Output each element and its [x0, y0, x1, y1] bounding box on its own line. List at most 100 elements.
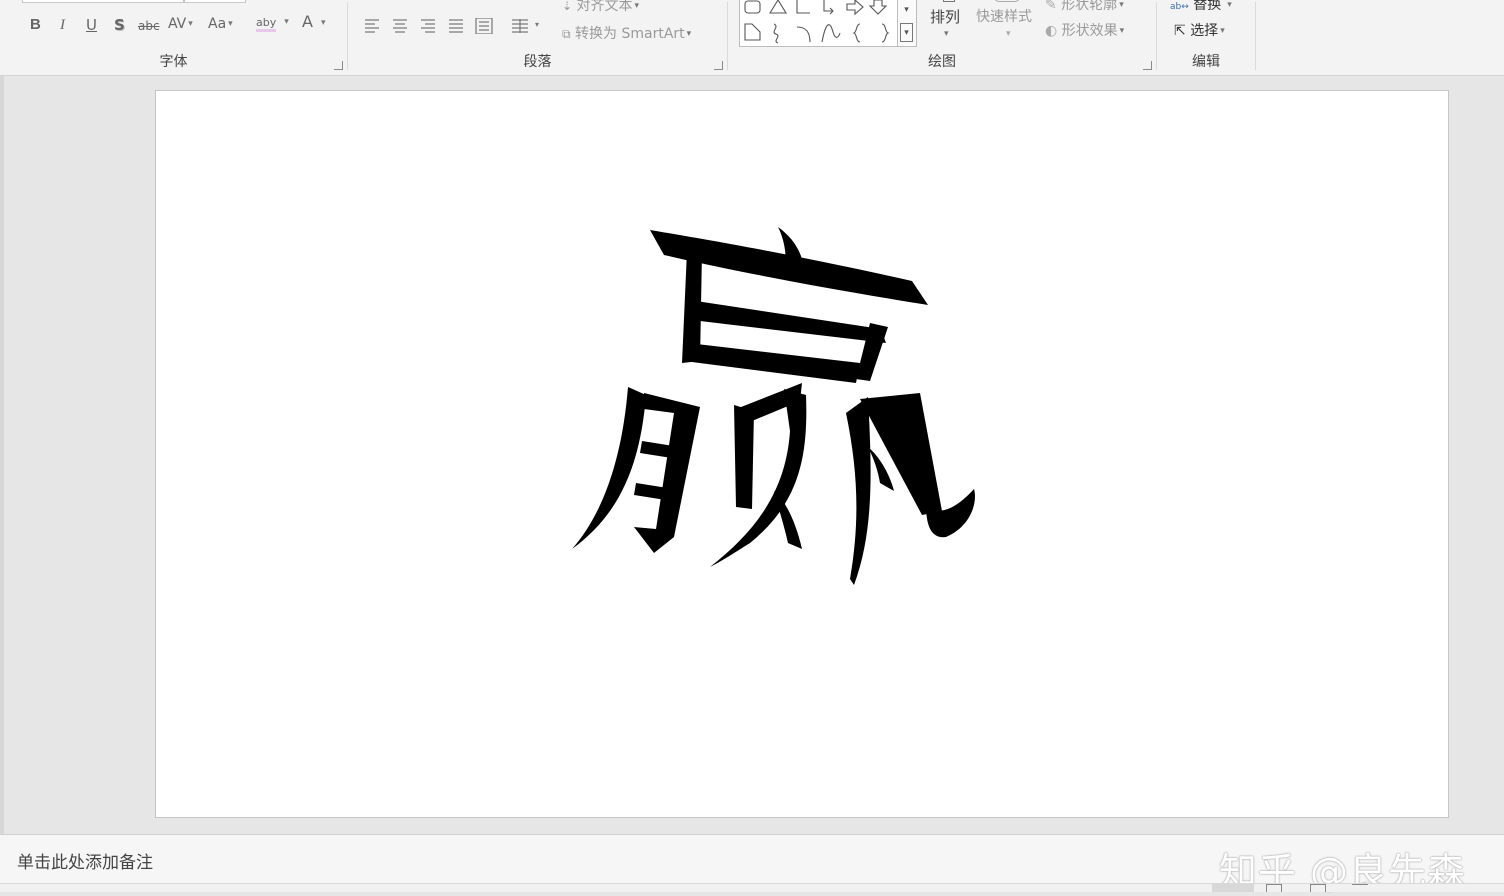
shape-effects-icon: ◐: [1045, 23, 1058, 39]
glyph-strokes: [572, 227, 975, 585]
right-arrow-icon: [846, 0, 864, 16]
chevron-down-icon: ▾: [228, 19, 233, 29]
cursor-arrow-icon: ⇱: [1174, 23, 1186, 39]
glyph-ordinary-left: [846, 397, 871, 585]
font-name-box[interactable]: [22, 0, 184, 3]
notes-pane[interactable]: 单击此处添加备注 知乎 @良先森: [0, 834, 1504, 894]
replace-button[interactable]: ab↔ 替换 ▾: [1170, 0, 1232, 16]
chevron-down-icon: ▾: [634, 1, 640, 11]
font-color-icon: A: [302, 12, 313, 31]
more-shapes-icon[interactable]: ▾: [900, 23, 913, 42]
paragraph-align-icons: ▾: [365, 18, 539, 34]
chevron-down-icon: ▾: [944, 29, 949, 39]
shape-effects-button[interactable]: ◐ 形状效果 ▾: [1045, 22, 1124, 40]
wave-icon: [821, 24, 841, 43]
font-size-box[interactable]: [184, 0, 246, 3]
arrange-icon: [943, 0, 955, 2]
font-color-button[interactable]: A ▾: [302, 13, 325, 32]
arrange-button[interactable]: 排列 ▾: [925, 0, 965, 47]
shapes-gallery-scroll: ▾ ▾: [897, 0, 917, 47]
character-spacing-label: AV: [168, 16, 187, 32]
bent-arrow-icon: [823, 0, 834, 15]
pencil-icon: ✎: [1045, 0, 1057, 13]
convert-to-smartart-button[interactable]: ⧉ 转换为 SmartArt ▾: [562, 25, 691, 43]
align-text-icon: ⇣: [562, 0, 573, 13]
chevron-down-icon: ▾: [686, 29, 692, 39]
chevron-down-icon: ▾: [320, 18, 326, 28]
glyph-shell-dot: [774, 491, 802, 549]
slide-glyph-graphic[interactable]: [156, 91, 1448, 817]
font-group-label: 字体: [159, 54, 188, 70]
shape-outline-label: 形状轮廓: [1061, 0, 1118, 13]
chevron-down-icon: ▾: [1220, 26, 1225, 36]
highlight-icon: aby: [256, 16, 277, 32]
italic-button[interactable]: I: [60, 16, 65, 34]
slideshow-view-icon[interactable]: [1352, 884, 1368, 893]
chevron-down-icon: ▾: [188, 19, 193, 29]
select-label: 选择: [1190, 23, 1219, 39]
strikethrough-button[interactable]: abc: [138, 17, 160, 35]
notes-placeholder[interactable]: 单击此处添加备注: [17, 848, 153, 873]
shapes-gallery[interactable]: [739, 0, 898, 47]
chevron-down-icon: ▾: [1119, 26, 1125, 36]
l-shape-icon: [796, 0, 810, 14]
shapes-gallery-icons: [744, 0, 890, 44]
paragraph-group: ▾ ⇣ 对齐文本 ▾ ⧉ 转换为 SmartArt ▾ 段落: [348, 0, 727, 75]
chevron-down-icon[interactable]: ▾: [900, 1, 913, 20]
paragraph-group-label: 段落: [523, 54, 552, 70]
chevron-down-icon: ▾: [1227, 0, 1232, 10]
align-text-button[interactable]: ⇣ 对齐文本 ▾: [562, 0, 639, 15]
shape-effects-label: 形状效果: [1061, 23, 1118, 39]
chevron-down-icon: ▾: [1006, 29, 1011, 39]
thumbnail-pane-edge[interactable]: [0, 76, 4, 834]
highlight-color-button[interactable]: aby ▾: [256, 13, 289, 32]
quick-styles-button[interactable]: 快速样式 ▾: [972, 0, 1042, 47]
text-shadow-button[interactable]: S: [114, 16, 125, 34]
distributed-icon: [475, 18, 493, 34]
align-right-icon: [421, 19, 435, 33]
down-arrow-icon: [868, 0, 888, 15]
quick-styles-label: 快速样式: [976, 9, 1032, 25]
character-spacing-button[interactable]: AV ▾: [168, 15, 193, 33]
replace-label: 替换: [1193, 0, 1222, 13]
drawing-group-label: 绘图: [928, 54, 956, 70]
glyph-shell-left: [734, 405, 754, 509]
convert-to-smartart-label: 转换为 SmartArt: [575, 26, 685, 42]
glyph-moon-left: [572, 387, 646, 549]
chevron-down-icon: ▾: [1119, 0, 1124, 10]
bold-button[interactable]: B: [30, 16, 41, 34]
glyph-mouth-top: [696, 301, 886, 343]
align-center-icon: [393, 19, 407, 33]
columns-icon: [512, 19, 528, 33]
arrange-label: 排列: [930, 8, 961, 26]
freeform-icon: [744, 23, 761, 41]
slide-canvas[interactable]: [155, 90, 1449, 818]
quick-styles-icon: [994, 0, 1020, 2]
replace-icon: ab↔: [1170, 2, 1189, 12]
align-left-icon: [365, 19, 379, 33]
glyph-moon-right: [634, 393, 700, 553]
smartart-icon: ⧉: [562, 27, 571, 41]
editing-group-label: 编辑: [1192, 54, 1220, 70]
shape-outline-button[interactable]: ✎ 形状轮廓 ▾: [1045, 0, 1124, 14]
triangle-icon: [769, 0, 787, 14]
justify-icon: [449, 19, 463, 33]
change-case-label: Aa: [208, 16, 227, 32]
drawing-dialog-launcher-icon[interactable]: [1143, 61, 1152, 70]
glyph-mouth-bottom: [684, 343, 860, 383]
font-group: B I U S abc AV ▾ Aa ▾ aby ▾ A ▾ 字体: [0, 0, 347, 75]
change-case-button[interactable]: Aa ▾: [208, 15, 233, 33]
ribbon: B I U S abc AV ▾ Aa ▾ aby ▾ A ▾ 字体 ▾ ⇣ 对…: [0, 0, 1504, 76]
curve-icon: [773, 23, 779, 44]
editing-group: ab↔ 替换 ▾ ⇱ 选择 ▾ 编辑: [1157, 0, 1255, 75]
underline-button[interactable]: U: [86, 16, 97, 34]
align-text-label: 对齐文本: [576, 0, 633, 14]
chevron-down-icon: ▾: [535, 20, 539, 29]
left-brace-icon: [852, 23, 861, 43]
select-button[interactable]: ⇱ 选择 ▾: [1174, 22, 1225, 40]
arc-icon: [796, 26, 811, 43]
font-dialog-launcher-icon[interactable]: [334, 61, 343, 70]
paragraph-dialog-launcher-icon[interactable]: [714, 61, 723, 70]
slide-workspace: [0, 76, 1504, 834]
rounded-rectangle-icon: [744, 0, 761, 14]
